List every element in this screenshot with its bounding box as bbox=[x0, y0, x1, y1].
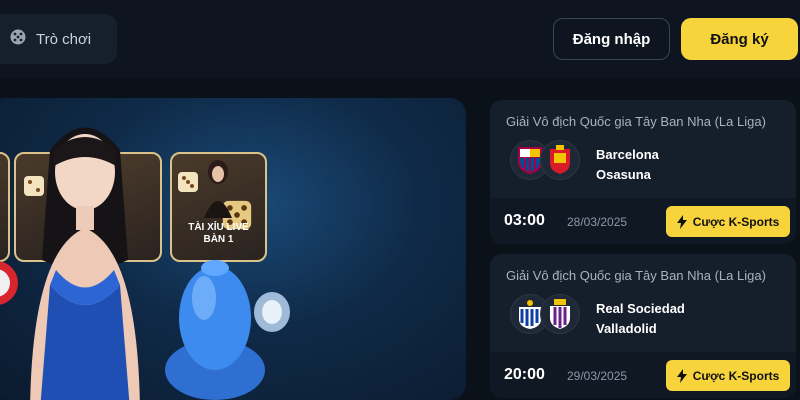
match-date: 29/03/2025 bbox=[567, 369, 628, 383]
tai-xiu-caption-line1: TÀI XỈU LIVE bbox=[188, 222, 249, 233]
model-image bbox=[30, 127, 140, 400]
league-name: Giải Vô địch Quốc gia Tây Ban Nha (La Li… bbox=[506, 114, 766, 129]
match-footer: 03:00 28/03/2025 Cược K-Sports bbox=[490, 198, 796, 244]
match-date: 28/03/2025 bbox=[567, 215, 628, 229]
game-card-partial[interactable] bbox=[0, 152, 10, 262]
dealer-image bbox=[204, 160, 232, 218]
home-team: Barcelona bbox=[596, 147, 659, 162]
match-footer: 20:00 29/03/2025 Cược K-Sports bbox=[490, 352, 796, 398]
games-menu-button[interactable]: Trò chơi bbox=[0, 14, 117, 64]
match-time: 20:00 bbox=[504, 366, 545, 383]
away-team: Osasuna bbox=[596, 167, 651, 182]
bet-k-sports-button[interactable]: Cược K-Sports bbox=[666, 206, 790, 237]
dice-icon bbox=[178, 172, 198, 192]
bet-button-label: Cược K-Sports bbox=[692, 214, 780, 229]
lightning-icon bbox=[676, 214, 687, 229]
match-card[interactable]: Giải Vô địch Quốc gia Tây Ban Nha (La Li… bbox=[490, 100, 796, 244]
games-menu-label: Trò chơi bbox=[36, 30, 92, 48]
chip-image bbox=[254, 292, 290, 332]
promo-banner[interactable]: TÀI XỈU LIVE BÀN 1 bbox=[0, 98, 466, 400]
bet-button-label: Cược K-Sports bbox=[692, 368, 780, 383]
away-team: Valladolid bbox=[596, 321, 657, 336]
osasuna-logo-icon bbox=[540, 140, 580, 180]
register-button[interactable]: Đăng ký bbox=[681, 18, 798, 60]
league-name: Giải Vô địch Quốc gia Tây Ban Nha (La Li… bbox=[506, 268, 766, 283]
bet-k-sports-button[interactable]: Cược K-Sports bbox=[666, 360, 790, 391]
tai-xiu-caption-line2: BÀN 1 bbox=[203, 234, 234, 245]
match-card[interactable]: Giải Vô địch Quốc gia Tây Ban Nha (La Li… bbox=[490, 254, 796, 398]
tai-xiu-live-card[interactable]: TÀI XỈU LIVE BÀN 1 bbox=[170, 152, 267, 262]
match-time: 03:00 bbox=[504, 212, 545, 229]
dice-icon bbox=[10, 29, 26, 49]
tai-xiu-caption: TÀI XỈU LIVE BÀN 1 bbox=[172, 222, 265, 246]
login-button[interactable]: Đăng nhập bbox=[553, 18, 670, 60]
lightning-icon bbox=[676, 368, 687, 383]
home-team: Real Sociedad bbox=[596, 301, 685, 316]
valladolid-logo-icon bbox=[540, 294, 580, 334]
top-header: Trò chơi Đăng nhập Đăng ký bbox=[0, 0, 800, 78]
